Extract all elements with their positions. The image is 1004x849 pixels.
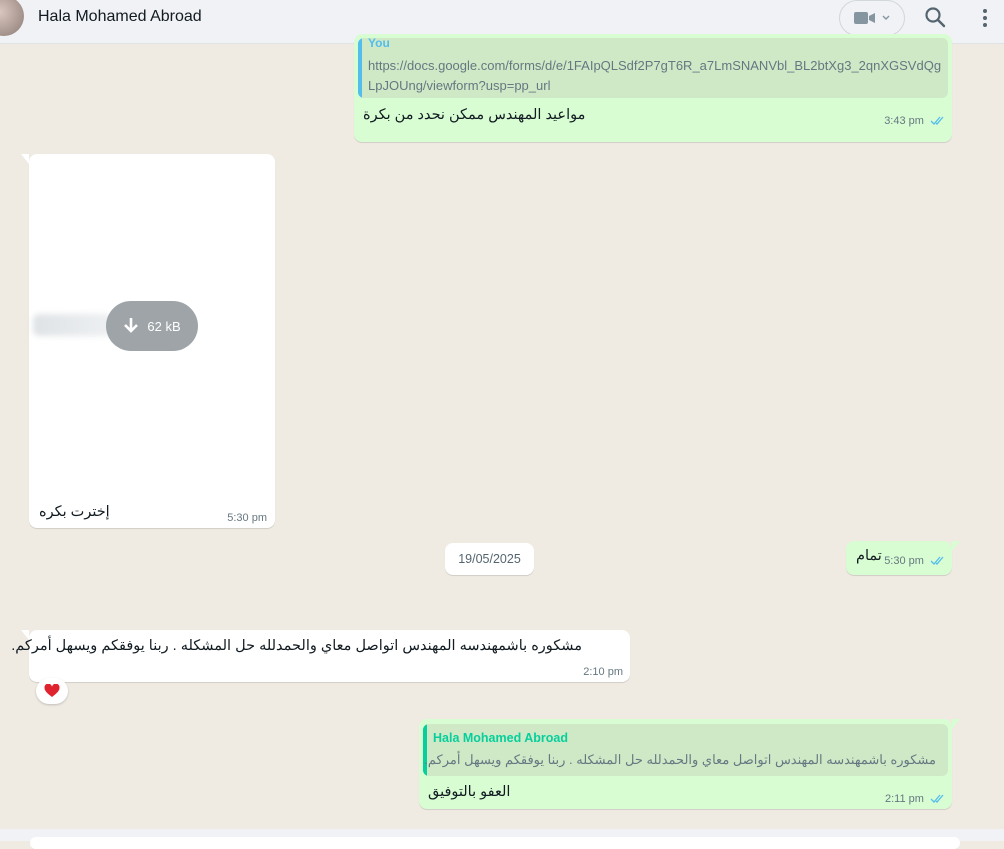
download-button[interactable]: 62 kB [106, 301, 198, 351]
quote-text: مشكوره باشمهندسه المهندس اتواصل معاي وال… [424, 752, 936, 767]
outgoing-message[interactable]: تمام 5:30 pm [846, 541, 960, 575]
chevron-down-icon [882, 15, 890, 20]
message-input[interactable] [30, 837, 960, 849]
double-check-icon [930, 556, 944, 566]
composer-bar [0, 829, 1004, 849]
message-time: 2:11 pm [885, 793, 946, 805]
file-size: 62 kB [147, 318, 181, 334]
incoming-media-message[interactable]: 62 kB إخترت بكره 5:30 pm [21, 154, 275, 528]
double-check-icon [930, 116, 944, 126]
media-caption: إخترت بكره [39, 504, 110, 520]
message-time: 3:43 pm [884, 115, 946, 127]
quote-author: You [368, 38, 390, 50]
reaction-badge[interactable] [36, 678, 68, 704]
message-text: العفو بالتوفيق [428, 784, 511, 800]
download-arrow-icon [124, 318, 139, 333]
message-text: مواعيد المهندس ممكن نحدد من بكرة [363, 107, 586, 123]
avatar[interactable] [0, 0, 24, 36]
message-time: 5:30 pm [884, 555, 946, 567]
message-text: مشكوره باشمهندسه المهندس اتواصل معاي وال… [11, 638, 582, 654]
message-text: تمام [856, 548, 882, 564]
message-time: 2:10 pm [583, 666, 623, 678]
chat-area: You https://docs.google.com/forms/d/e/1F… [0, 34, 1004, 829]
kebab-menu-icon[interactable] [978, 7, 992, 29]
contact-name[interactable]: Hala Mohamed Abroad [38, 8, 202, 26]
video-camera-icon [854, 12, 875, 24]
quoted-message[interactable]: Hala Mohamed Abroad مشكوره باشمهندسه الم… [423, 724, 948, 776]
message-time: 5:30 pm [227, 512, 267, 524]
quote-text-line1: https://docs.google.com/forms/d/e/1FAIpQ… [368, 58, 942, 73]
quote-text-line2: LpJOUng/viewform?usp=pp_url [368, 78, 551, 93]
quoted-message[interactable]: You https://docs.google.com/forms/d/e/1F… [358, 38, 948, 98]
outgoing-message[interactable]: You https://docs.google.com/forms/d/e/1F… [354, 34, 952, 142]
incoming-message[interactable]: مشكوره باشمهندسه المهندس اتواصل معاي وال… [11, 630, 630, 682]
blurred-preview [33, 314, 113, 336]
date-divider: 19/05/2025 [445, 543, 534, 575]
quote-author: Hala Mohamed Abroad [433, 731, 568, 745]
search-icon[interactable] [924, 6, 946, 28]
heart-icon [44, 684, 60, 697]
video-call-button[interactable] [839, 0, 905, 36]
double-check-icon [930, 794, 944, 804]
outgoing-message[interactable]: Hala Mohamed Abroad مشكوره باشمهندسه الم… [419, 719, 960, 809]
